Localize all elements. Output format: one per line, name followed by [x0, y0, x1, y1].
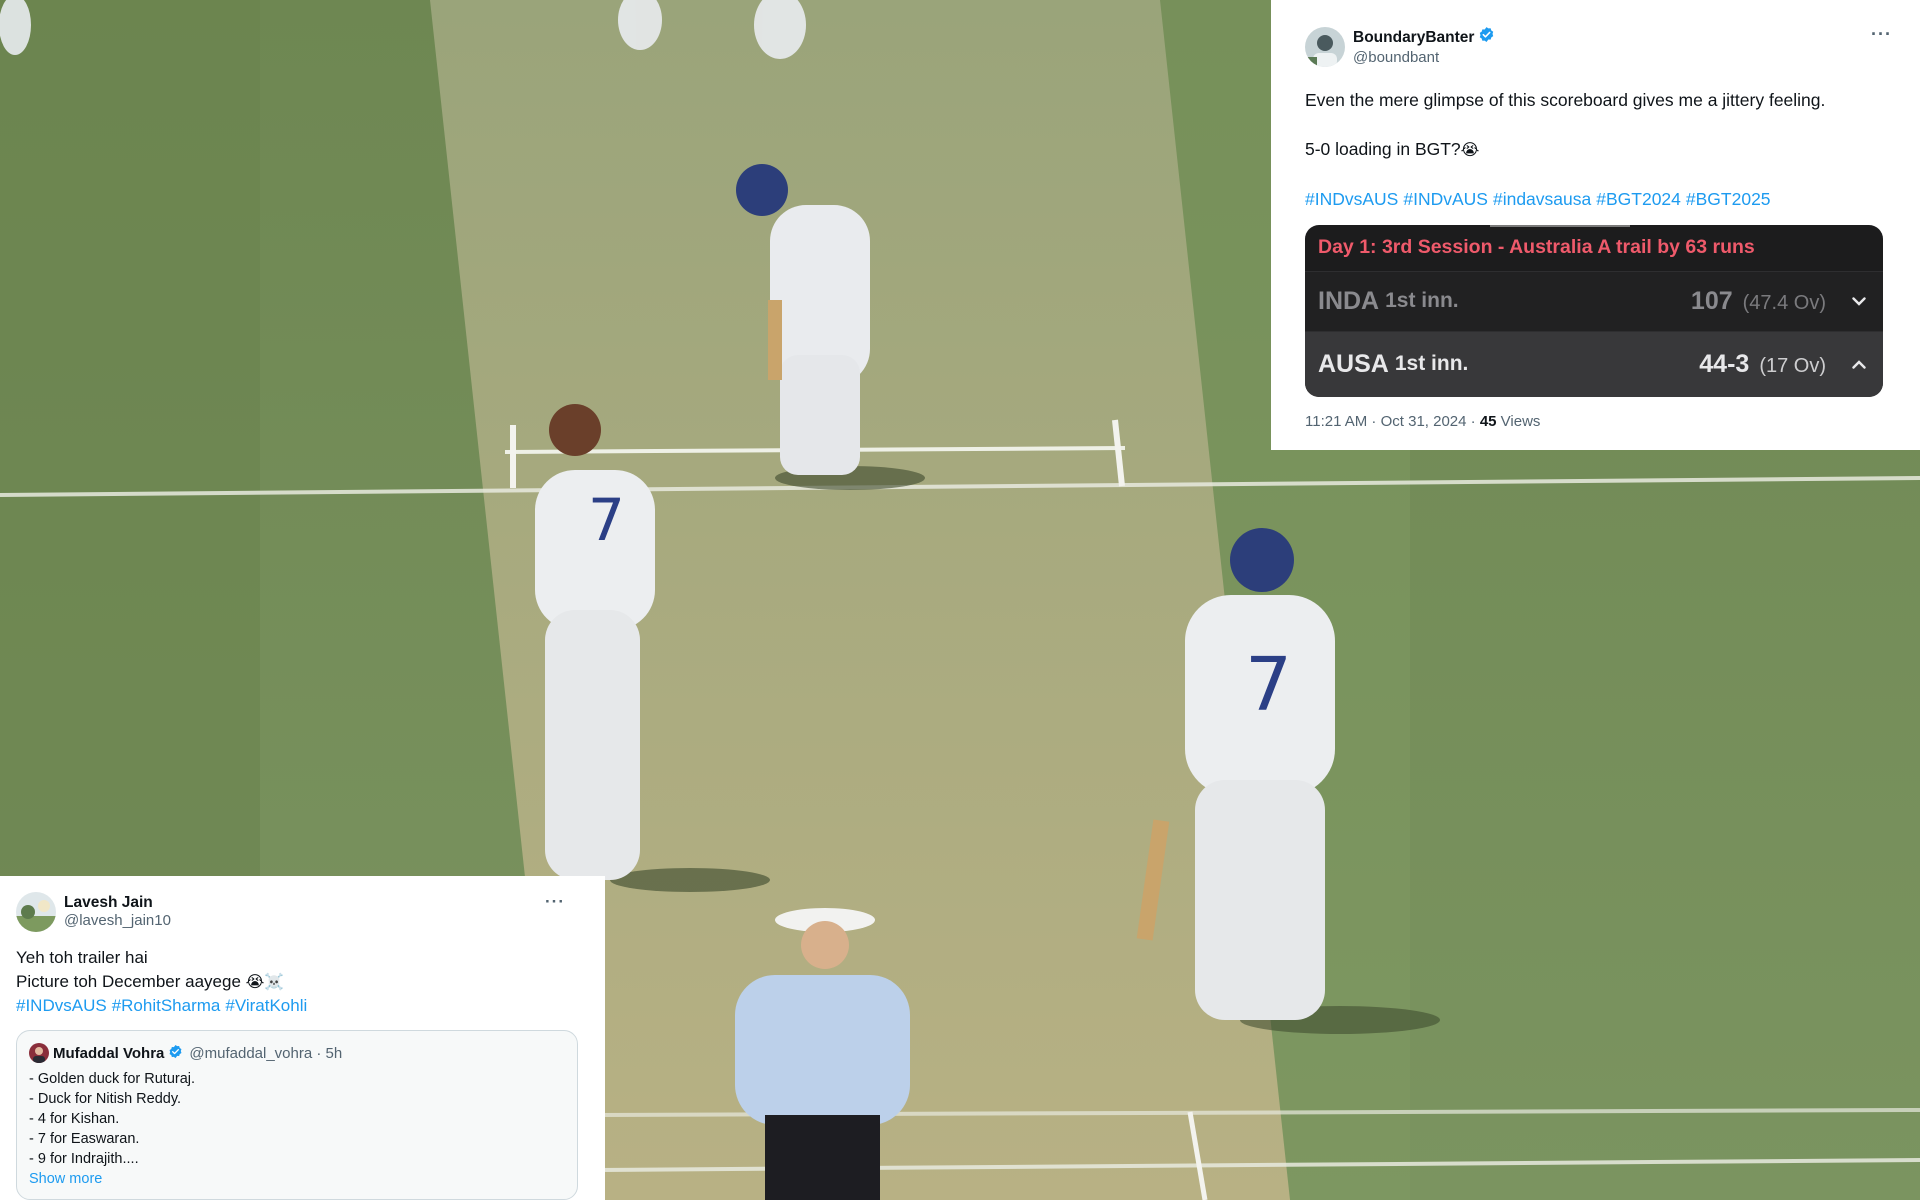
- tweet-body: Even the mere glimpse of this scoreboard…: [1305, 88, 1886, 211]
- hashtag-list: #INDvsAUS #INDvAUS #indavsausa #BGT2024 #BGT…: [1305, 187, 1886, 211]
- tweet-card-boundarybanter: BoundaryBanter @boundbant ··· Even the m…: [1271, 0, 1920, 450]
- chevron-up-icon: [1848, 360, 1870, 369]
- tweet-timestamp[interactable]: 11:21 AM · Oct 31, 2024 ·: [1305, 413, 1480, 430]
- hashtag-link[interactable]: #INDvsAUS: [16, 996, 107, 1015]
- overs-count: (17 Ov): [1759, 354, 1826, 377]
- tweet-text-line: Picture toh December aayege 😭☠️: [16, 970, 589, 994]
- hashtag-link[interactable]: #INDvsAUS: [1305, 189, 1398, 209]
- scoreboard-image[interactable]: Day 1: 3rd Session - Australia A trail b…: [1305, 224, 1883, 397]
- author-name[interactable]: BoundaryBanter: [1353, 28, 1474, 47]
- tweet-header: BoundaryBanter @boundbant ···: [1305, 24, 1891, 68]
- team-score: 44-3: [1699, 349, 1750, 378]
- author-handle[interactable]: @boundbant: [1353, 49, 1495, 68]
- avatar-image: [16, 892, 56, 932]
- scoreboard-divider: [1490, 224, 1630, 227]
- tweet-text-line: Yeh toh trailer hai: [16, 948, 148, 967]
- avatar-image: [1305, 26, 1345, 67]
- tweet-text-line: Even the mere glimpse of this scoreboard…: [1305, 89, 1826, 110]
- svg-text:7: 7: [1245, 642, 1292, 728]
- overs-count: (47.4 Ov): [1742, 291, 1826, 314]
- show-more-link[interactable]: Show more: [29, 1169, 565, 1189]
- hashtag-link[interactable]: #indavsausa: [1493, 189, 1591, 209]
- crying-face-icon: 😭: [1460, 139, 1480, 159]
- svg-text:7: 7: [588, 486, 625, 554]
- tweet-body: Yeh toh trailer hai Picture toh December…: [16, 946, 589, 1018]
- more-options-icon[interactable]: ···: [545, 892, 565, 912]
- tweet-metadata: 11:21 AM · Oct 31, 2024 · 45 Views: [1305, 413, 1886, 430]
- quoted-text-line: - 4 for Kishan.: [29, 1111, 120, 1127]
- avatar-image: [29, 1043, 49, 1063]
- team-score: 107: [1690, 286, 1733, 315]
- innings-label: 1st inn.: [1394, 352, 1469, 376]
- quoted-text-line: - Golden duck for Ruturaj.: [29, 1071, 196, 1087]
- hashtag-link[interactable]: #INDvAUS: [1403, 189, 1488, 209]
- quoted-text-line: - 9 for Indrajith....: [29, 1151, 139, 1167]
- quoted-author-handle: @mufaddal_vohra · 5h: [189, 1044, 343, 1062]
- avatar[interactable]: [1305, 26, 1345, 67]
- team-name: INDA: [1318, 286, 1380, 315]
- avatar: [29, 1043, 49, 1063]
- tweet-text-line: 5-0 loading in BGT?😭: [1305, 137, 1886, 162]
- hashtag-link[interactable]: #ViratKohli: [225, 996, 307, 1015]
- verified-badge-icon: [168, 1044, 183, 1063]
- scoreboard-row-inda: INDA 1st inn. 107 (47.4 Ov): [1305, 270, 1883, 331]
- crying-skull-icon: 😭☠️: [245, 972, 285, 991]
- views-label: Views: [1496, 412, 1541, 430]
- quoted-author-name: Mufaddal Vohra: [53, 1044, 165, 1062]
- quoted-tweet[interactable]: Mufaddal Vohra @mufaddal_vohra · 5h - Go…: [16, 1030, 578, 1200]
- hashtag-link[interactable]: #BGT2025: [1686, 189, 1771, 209]
- tweet-text-segment: Picture toh December aayege: [16, 972, 241, 991]
- views-count: 45: [1479, 412, 1497, 430]
- team-name: AUSA: [1318, 349, 1389, 378]
- quoted-text-line: - Duck for Nitish Reddy.: [29, 1091, 182, 1107]
- quoted-text-line: - 7 for Easwaran.: [29, 1131, 140, 1147]
- verified-badge-icon: [1478, 26, 1495, 49]
- more-options-icon[interactable]: ···: [1871, 24, 1892, 45]
- scoreboard-row-ausa: AUSA 1st inn. 44-3 (17 Ov): [1305, 330, 1883, 397]
- innings-label: 1st inn.: [1385, 289, 1459, 313]
- tweet-header: Lavesh Jain @lavesh_jain10 ···: [16, 892, 589, 932]
- quoted-tweet-body: - Golden duck for Ruturaj. - Duck for Ni…: [29, 1069, 565, 1169]
- tweet-text-segment: 5-0 loading in BGT?: [1305, 138, 1461, 159]
- hashtag-link[interactable]: #BGT2024: [1596, 189, 1681, 209]
- hashtag-link[interactable]: #RohitSharma: [112, 996, 221, 1015]
- scoreboard-status: Day 1: 3rd Session - Australia A trail b…: [1318, 235, 1755, 258]
- quoted-tweet-header: Mufaddal Vohra @mufaddal_vohra · 5h: [29, 1043, 565, 1063]
- hashtag-list: #INDvsAUS #RohitSharma #ViratKohli: [16, 994, 589, 1018]
- author-name[interactable]: Lavesh Jain: [64, 893, 153, 912]
- author-handle[interactable]: @lavesh_jain10: [64, 912, 171, 931]
- tweet-card-lavesh-jain: Lavesh Jain @lavesh_jain10 ··· Yeh toh t…: [0, 876, 605, 1200]
- avatar[interactable]: [16, 892, 56, 932]
- chevron-down-icon: [1848, 297, 1870, 306]
